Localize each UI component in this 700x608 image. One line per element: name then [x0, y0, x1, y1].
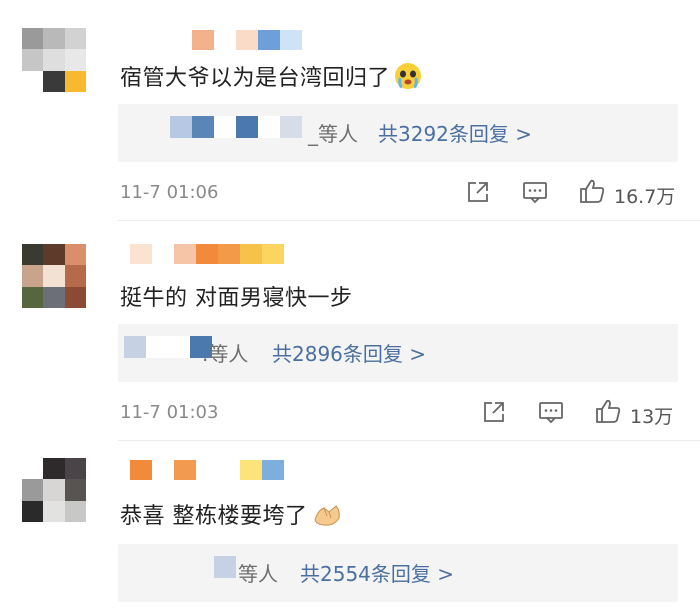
avatar[interactable]: [22, 244, 86, 308]
replies-box[interactable]: 等人 共2554条回复 >: [118, 544, 678, 602]
view-replies-link[interactable]: 共3292条回复 >: [378, 118, 532, 147]
like-icon[interactable]: [594, 398, 622, 428]
share-icon[interactable]: [482, 400, 506, 428]
comment-text-label: 宿管大爷以为是台湾回归了: [120, 66, 391, 91]
reply-names: 等人: [238, 562, 278, 586]
share-icon[interactable]: [466, 180, 490, 208]
replies-box[interactable]: .等人 共2896条回复 >: [118, 324, 678, 382]
avatar[interactable]: [22, 458, 86, 522]
comment-text: 宿管大爷以为是台湾回归了: [120, 60, 422, 92]
username[interactable]: [130, 30, 302, 50]
username[interactable]: [130, 460, 284, 480]
view-replies-link[interactable]: 共2554条回复 >: [300, 558, 454, 587]
reply-avatars: [214, 556, 236, 578]
like-count: 16.7万: [614, 186, 676, 208]
handshake-emoji-icon: [312, 500, 340, 528]
comment-text-label: 恭喜 整栋楼要垮了: [120, 504, 308, 529]
divider: [118, 220, 700, 221]
comment-icon[interactable]: [538, 400, 564, 428]
reply-avatars: [124, 336, 212, 358]
reply-names: _等人: [308, 122, 358, 146]
reply-names: .等人: [202, 342, 249, 366]
username[interactable]: [130, 244, 284, 264]
like-count: 13万: [630, 406, 674, 428]
replies-box[interactable]: _等人 共3292条回复 >: [118, 104, 678, 162]
comment-text: 恭喜 整栋楼要垮了: [120, 498, 340, 530]
like-icon[interactable]: [578, 178, 606, 208]
comment-icon[interactable]: [522, 180, 548, 208]
avatar[interactable]: [22, 28, 86, 92]
crying-face-emoji-icon: [394, 62, 422, 90]
comment-text: 挺牛的 对面男寝快一步: [120, 286, 353, 311]
view-replies-link[interactable]: 共2896条回复 >: [272, 338, 426, 367]
divider: [118, 440, 700, 441]
comment-time: 11-7 01:03: [120, 402, 219, 423]
comment-time: 11-7 01:06: [120, 182, 219, 203]
reply-avatars: [170, 116, 302, 138]
